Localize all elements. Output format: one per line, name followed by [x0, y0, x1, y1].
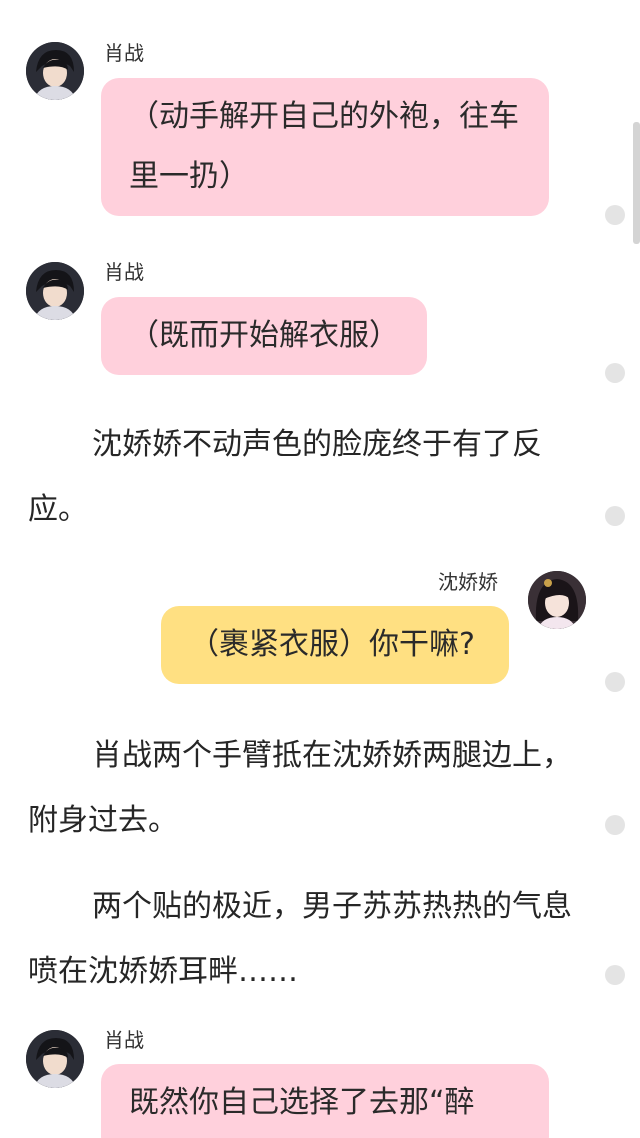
- side-dot-icon[interactable]: [605, 815, 625, 835]
- side-dot-icon[interactable]: [605, 672, 625, 692]
- side-dot-icon[interactable]: [605, 506, 625, 526]
- sender-name: 沈娇娇: [438, 570, 498, 594]
- side-dot-icon[interactable]: [605, 363, 625, 383]
- narration-paragraph: 肖战两个手臂抵在沈娇娇两腿边上，附身过去。: [28, 738, 572, 838]
- narration-paragraph: 两个贴的极近，男子苏苏热热的气息喷在沈娇娇耳畔……: [28, 889, 572, 989]
- narration-paragraph: 沈娇娇不动声色的脸庞终于有了反应。: [28, 427, 542, 527]
- side-dot-icon[interactable]: [605, 205, 625, 225]
- message-bubble[interactable]: （既而开始解衣服）: [101, 297, 427, 375]
- message-bubble[interactable]: 既然你自己选择了去那“醉: [101, 1064, 549, 1138]
- man-avatar-icon[interactable]: [26, 262, 84, 320]
- side-dot-icon[interactable]: [605, 965, 625, 985]
- woman-avatar-icon[interactable]: [528, 571, 586, 629]
- sender-name: 肖战: [104, 41, 144, 65]
- chat-story-view[interactable]: 肖战 （动手解开自己的外袍，往车里一扔） 肖战 （既而开始解衣服） 沈娇娇不动声…: [0, 0, 640, 1138]
- man-avatar-icon[interactable]: [26, 1030, 84, 1088]
- scrollbar-thumb[interactable]: [633, 122, 640, 244]
- sender-name: 肖战: [104, 260, 144, 284]
- message-bubble[interactable]: （动手解开自己的外袍，往车里一扔）: [101, 78, 549, 216]
- sender-name: 肖战: [104, 1028, 144, 1052]
- message-bubble[interactable]: （裹紧衣服）你干嘛?: [161, 606, 509, 684]
- man-avatar-icon[interactable]: [26, 42, 84, 100]
